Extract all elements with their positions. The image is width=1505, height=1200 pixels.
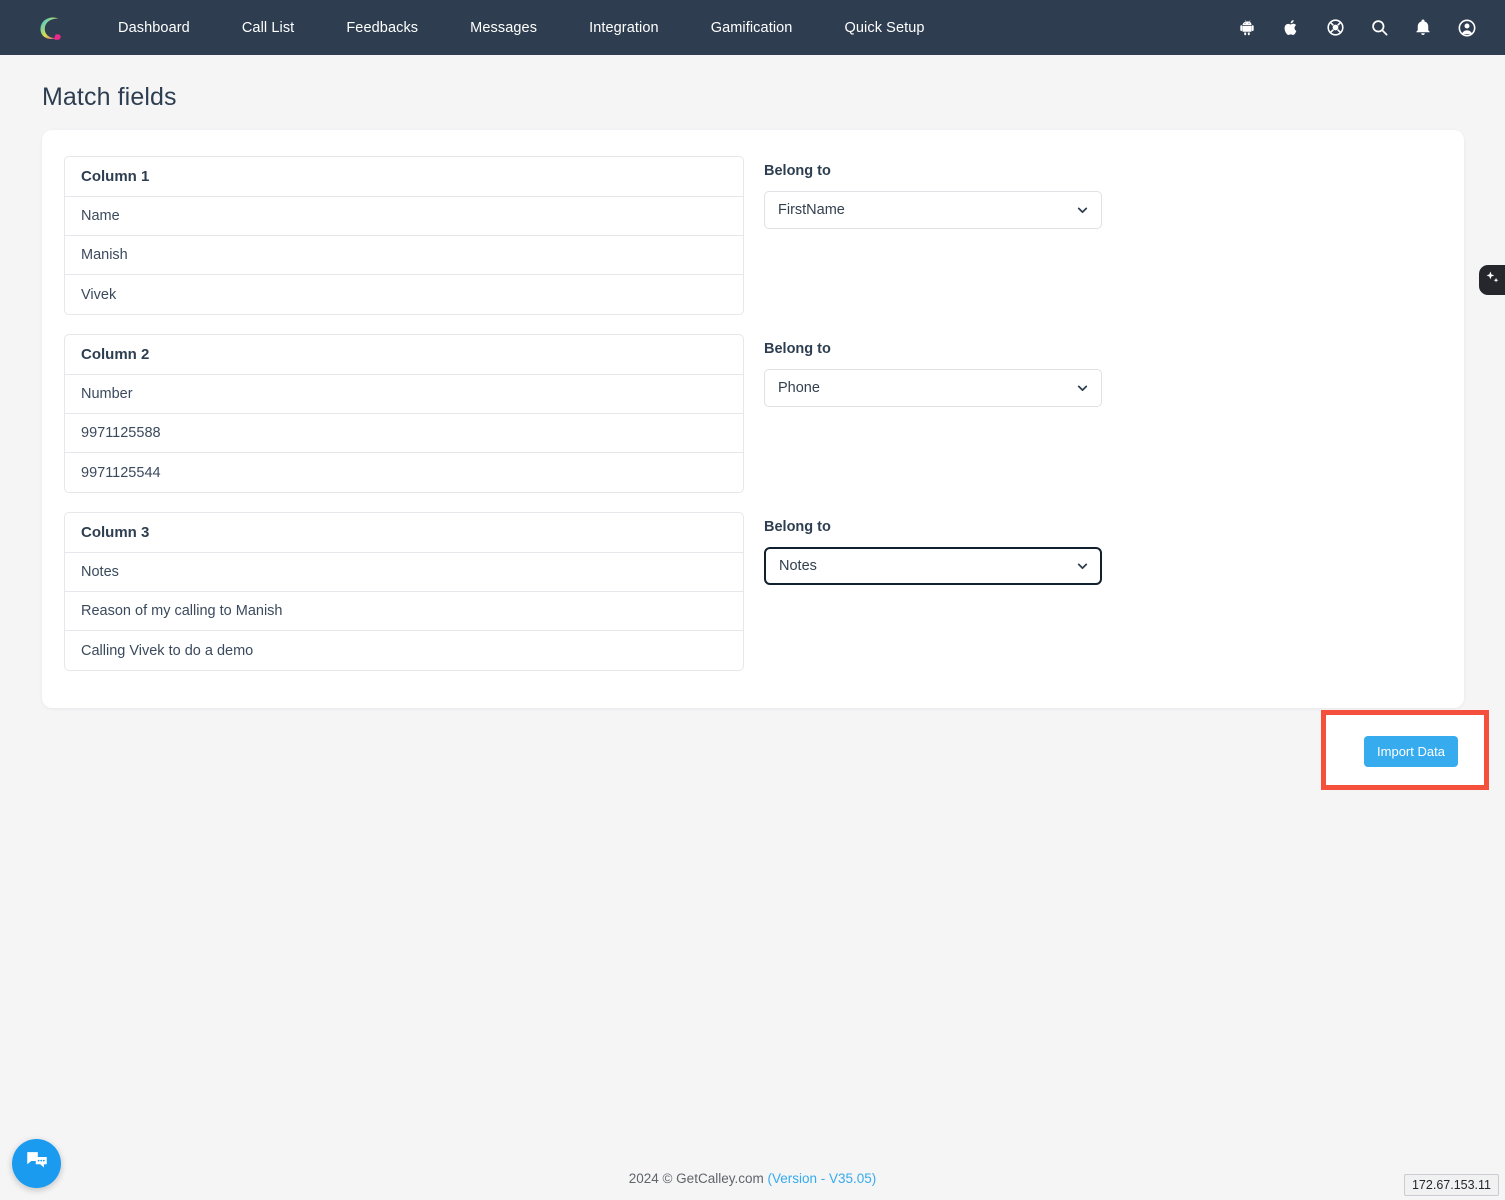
match-row: Column 3 Notes Reason of my calling to M… [64,512,1442,671]
top-navbar: Dashboard Call List Feedbacks Messages I… [0,0,1505,55]
belong-to-group: Belong to FirstNamePhoneNotes [764,334,1102,407]
belong-to-label: Belong to [764,163,1102,179]
navbar-actions [1235,16,1487,40]
belong-to-select-wrap: FirstNamePhoneNotes [764,547,1102,585]
belong-to-select-column-3[interactable]: FirstNamePhoneNotes [764,547,1102,585]
android-icon[interactable] [1235,16,1259,40]
column-preview-table: Column 1 Name Manish Vivek [64,156,744,315]
belong-to-select-wrap: FirstNamePhoneNotes [764,369,1102,407]
sparkles-icon [1484,269,1501,291]
table-row: 9971125544 [65,453,743,492]
table-row: Vivek [65,275,743,314]
nav-link-dashboard[interactable]: Dashboard [92,12,216,44]
footer: 2024 © GetCalley.com (Version - V35.05) [0,1171,1505,1186]
chat-widget-button[interactable] [12,1139,61,1188]
table-row: Notes [65,553,743,592]
belong-to-label: Belong to [764,519,1102,535]
nav-link-call-list[interactable]: Call List [216,12,320,44]
page-title: Match fields [42,83,1505,112]
match-fields-card: Column 1 Name Manish Vivek Belong to Fir… [42,130,1464,708]
belong-to-select-column-1[interactable]: FirstNamePhoneNotes [764,191,1102,229]
nav-link-integration[interactable]: Integration [563,12,685,44]
nav-link-gamification[interactable]: Gamification [685,12,819,44]
match-fields-grid: Column 1 Name Manish Vivek Belong to Fir… [64,156,1442,690]
belong-to-label: Belong to [764,341,1102,357]
notification-bell-icon[interactable] [1411,16,1435,40]
column-header: Column 2 [65,335,743,375]
apple-icon[interactable] [1279,16,1303,40]
table-row: 9971125588 [65,414,743,453]
match-row: Column 2 Number 9971125588 9971125544 Be… [64,334,1442,493]
chat-bubbles-icon [24,1148,50,1179]
calley-logo-icon[interactable] [30,8,70,48]
lifebuoy-support-icon[interactable] [1323,16,1347,40]
belong-to-select-column-2[interactable]: FirstNamePhoneNotes [764,369,1102,407]
column-header: Column 1 [65,157,743,197]
table-row: Calling Vivek to do a demo [65,631,743,670]
ai-assistant-tab[interactable] [1479,265,1505,295]
table-row: Number [65,375,743,414]
match-row: Column 1 Name Manish Vivek Belong to Fir… [64,156,1442,315]
table-row: Name [65,197,743,236]
nav-links: Dashboard Call List Feedbacks Messages I… [92,12,951,44]
user-account-icon[interactable] [1455,16,1479,40]
ip-address-badge: 172.67.153.11 [1404,1174,1499,1196]
belong-to-group: Belong to FirstNamePhoneNotes [764,156,1102,229]
nav-link-quick-setup[interactable]: Quick Setup [818,12,950,44]
footer-version-link[interactable]: (Version - V35.05) [767,1171,876,1186]
table-row: Manish [65,236,743,275]
column-header: Column 3 [65,513,743,553]
import-data-button[interactable]: Import Data [1364,736,1458,767]
search-icon[interactable] [1367,16,1391,40]
column-preview-table: Column 3 Notes Reason of my calling to M… [64,512,744,671]
column-preview-table: Column 2 Number 9971125588 9971125544 [64,334,744,493]
footer-copyright: 2024 © GetCalley.com [629,1171,764,1186]
table-row: Reason of my calling to Manish [65,592,743,631]
nav-link-messages[interactable]: Messages [444,12,563,44]
belong-to-group: Belong to FirstNamePhoneNotes [764,512,1102,585]
nav-link-feedbacks[interactable]: Feedbacks [320,12,444,44]
belong-to-select-wrap: FirstNamePhoneNotes [764,191,1102,229]
